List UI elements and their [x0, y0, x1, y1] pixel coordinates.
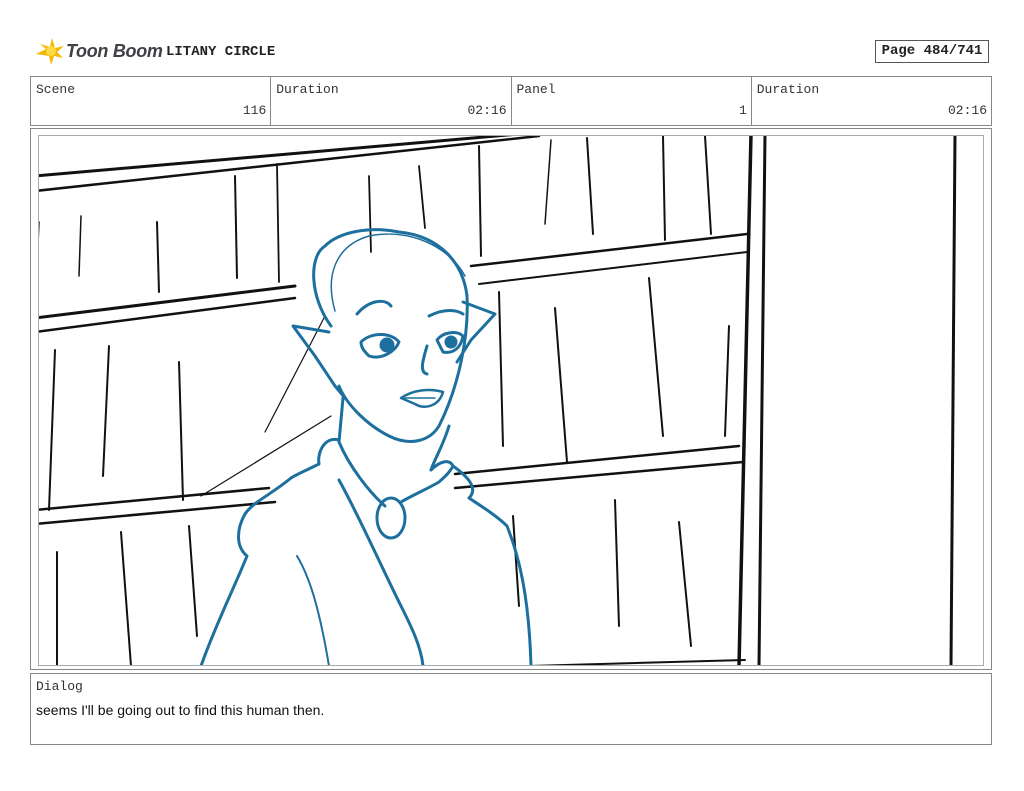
panel-label: Panel [516, 82, 556, 97]
storyboard-panel [38, 135, 984, 666]
toon-boom-logo: Toon Boom [34, 36, 163, 68]
scene-cell: Scene 116 [31, 77, 272, 125]
scene-label: Scene [36, 82, 76, 97]
spark-icon [36, 38, 64, 65]
sketch-artwork [39, 136, 957, 665]
project-title: LITANY CIRCLE [166, 44, 276, 60]
dialog-box: Dialog seems I'll be going out to find t… [30, 673, 992, 745]
panel-duration-cell: Duration 02:16 [752, 77, 991, 125]
panel-cell: Panel 1 [512, 77, 752, 125]
scene-value: 116 [242, 103, 267, 118]
dialog-text: seems I'll be going out to find this hum… [36, 702, 325, 718]
panel-duration-label: Duration [756, 82, 820, 97]
panel-value: 1 [738, 103, 747, 118]
scene-duration-cell: Duration 02:16 [271, 77, 512, 125]
scene-info-row: Scene 116 Duration 02:16 Panel 1 Duratio… [30, 76, 992, 126]
scene-duration-value: 02:16 [467, 103, 507, 118]
logo-wordmark: Toon Boom [66, 41, 163, 61]
panel-duration-value: 02:16 [947, 103, 987, 118]
character-sketch [199, 228, 533, 665]
page-number: Page 484/741 [875, 40, 989, 63]
dialog-label: Dialog [36, 679, 83, 694]
background-shelves-sketch [39, 136, 957, 665]
scene-duration-label: Duration [276, 82, 339, 97]
